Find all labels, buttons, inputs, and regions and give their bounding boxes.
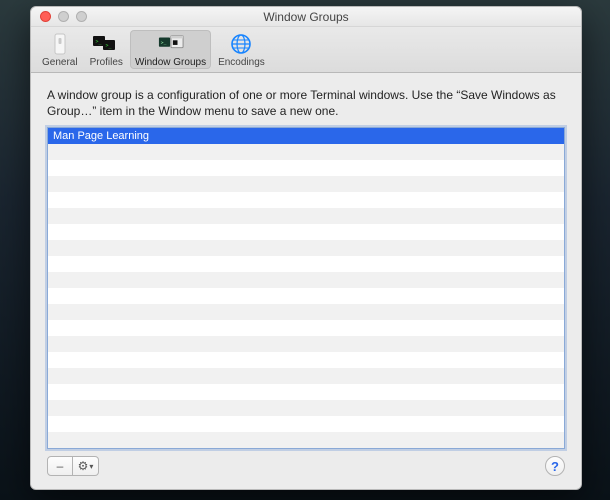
list-item-empty [48, 160, 564, 176]
list-item-empty [48, 432, 564, 448]
list-item-empty [48, 304, 564, 320]
tab-encodings[interactable]: Encodings [213, 30, 270, 69]
traffic-lights [40, 11, 87, 22]
minus-icon: – [57, 459, 64, 473]
list-item-empty [48, 288, 564, 304]
chevron-down-icon: ▾ [89, 462, 93, 471]
list-item-empty [48, 192, 564, 208]
help-icon: ? [551, 459, 559, 474]
profiles-icon: >_ >_ [93, 32, 119, 56]
action-menu-button[interactable]: ⚙ ▾ [73, 456, 99, 476]
toolbar-item-label: Encodings [218, 57, 265, 68]
list-item-empty [48, 400, 564, 416]
tab-general[interactable]: General [37, 30, 83, 69]
list-item-empty [48, 352, 564, 368]
close-icon[interactable] [40, 11, 51, 22]
remove-button[interactable]: – [47, 456, 73, 476]
list-item-empty [48, 176, 564, 192]
general-icon [47, 32, 73, 56]
minimize-icon[interactable] [58, 11, 69, 22]
encodings-icon [228, 32, 254, 56]
footer: – ⚙ ▾ ? [47, 455, 565, 477]
list-item-empty [48, 272, 564, 288]
toolbar-item-label: General [42, 57, 78, 68]
tab-window-groups[interactable]: >_ Window Groups [130, 30, 211, 69]
content-area: A window group is a configuration of one… [31, 73, 581, 489]
window-groups-icon: >_ [158, 32, 184, 56]
list-item-empty [48, 368, 564, 384]
list-item-selected[interactable]: Man Page Learning [48, 128, 564, 144]
list-item-empty [48, 256, 564, 272]
list-item-empty [48, 224, 564, 240]
toolbar-item-label: Window Groups [135, 57, 206, 68]
list-item-empty [48, 320, 564, 336]
toolbar-item-label: Profiles [90, 57, 123, 68]
list-actions: – ⚙ ▾ [47, 456, 99, 476]
list-item-empty [48, 416, 564, 432]
svg-text:>_: >_ [96, 39, 103, 45]
groups-list[interactable]: Man Page Learning [47, 127, 565, 449]
svg-text:>_: >_ [106, 43, 113, 49]
list-item-empty [48, 240, 564, 256]
preferences-window: Window Groups General >_ >_ Profiles [30, 6, 582, 490]
tab-profiles[interactable]: >_ >_ Profiles [85, 30, 128, 69]
toolbar: General >_ >_ Profiles >_ [31, 27, 581, 73]
titlebar: Window Groups [31, 7, 581, 27]
gear-icon: ⚙ [78, 459, 89, 473]
list-item-empty [48, 208, 564, 224]
list-item-empty [48, 336, 564, 352]
help-button[interactable]: ? [545, 456, 565, 476]
description-text: A window group is a configuration of one… [47, 87, 565, 119]
svg-text:>_: >_ [160, 41, 166, 46]
window-title: Window Groups [31, 10, 581, 24]
list-item-empty [48, 144, 564, 160]
zoom-icon[interactable] [76, 11, 87, 22]
list-item-empty [48, 384, 564, 400]
